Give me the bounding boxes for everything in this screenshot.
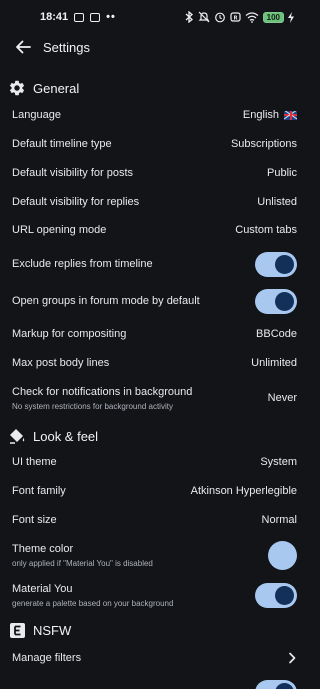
- setting-label: Markup for compositing: [12, 328, 127, 340]
- next-setting-toggle[interactable]: [255, 680, 297, 689]
- theme-color-setting[interactable]: Theme color only applied if "Material Yo…: [0, 538, 310, 572]
- status-bar: 18:41 •• R 100: [0, 0, 310, 34]
- default-visibility-replies-setting[interactable]: Default visibility for replies Unlisted: [0, 190, 310, 214]
- material-you-setting[interactable]: Material You generate a palette based on…: [0, 578, 310, 612]
- setting-label: URL opening mode: [12, 224, 107, 236]
- notification-icon: [74, 12, 85, 22]
- section-title: General: [33, 80, 80, 96]
- manage-filters-setting[interactable]: Manage filters: [0, 646, 310, 670]
- wifi-icon: [245, 12, 259, 23]
- section-header-nsfw: NSFW: [0, 618, 310, 642]
- setting-value: Unlisted: [257, 196, 297, 208]
- status-time: 18:41: [40, 11, 69, 23]
- language-value: English: [242, 109, 279, 121]
- setting-label: Max post body lines: [12, 357, 110, 369]
- setting-value: Custom tabs: [235, 224, 297, 236]
- setting-text: Material You generate a palette based on…: [12, 583, 173, 608]
- setting-value: BBCode: [256, 328, 297, 340]
- gear-icon: [8, 79, 26, 97]
- setting-label: UI theme: [12, 456, 57, 468]
- notifications-check-setting[interactable]: Check for notifications in background No…: [0, 381, 310, 415]
- section-header-general: General: [0, 76, 310, 100]
- back-button[interactable]: [11, 35, 35, 59]
- language-setting[interactable]: Language English: [0, 103, 310, 127]
- svg-text:R: R: [233, 15, 237, 21]
- setting-value: Unlimited: [251, 357, 297, 369]
- setting-label: Manage filters: [12, 652, 82, 664]
- app-bar: Settings: [0, 34, 310, 60]
- setting-text: Check for notifications in background No…: [12, 386, 192, 411]
- material-you-toggle[interactable]: [255, 582, 297, 608]
- forum-mode-setting[interactable]: Open groups in forum mode by default: [0, 285, 310, 317]
- font-family-setting[interactable]: Font family Atkinson Hyperlegible: [0, 479, 310, 503]
- setting-text: Theme color only applied if "Material Yo…: [12, 543, 153, 568]
- more-notifications-icon: ••: [106, 11, 116, 23]
- message-icon: [90, 12, 101, 22]
- mute-icon: [198, 11, 210, 23]
- arrow-left-icon: [16, 40, 31, 54]
- setting-value: Public: [267, 167, 297, 179]
- forum-mode-toggle[interactable]: [255, 288, 297, 314]
- setting-subtitle: No system restrictions for background ac…: [12, 401, 173, 411]
- setting-label: Font family: [12, 485, 66, 497]
- setting-label: Font size: [12, 514, 57, 526]
- setting-subtitle: only applied if "Material You" is disabl…: [12, 558, 153, 568]
- battery-icon: 100: [262, 11, 284, 23]
- setting-subtitle: generate a palette based on your backgro…: [12, 598, 174, 608]
- setting-label: Check for notifications in background: [12, 385, 193, 398]
- setting-label: Theme color: [12, 542, 74, 555]
- setting-label: Default visibility for posts: [12, 167, 134, 179]
- chevron-right-icon: [287, 652, 297, 664]
- url-opening-mode-setting[interactable]: URL opening mode Custom tabs: [0, 218, 310, 242]
- exclude-replies-setting[interactable]: Exclude replies from timeline: [0, 248, 310, 280]
- default-timeline-type-setting[interactable]: Default timeline type Subscriptions: [0, 132, 310, 156]
- page-title: Settings: [43, 39, 90, 55]
- setting-label: Exclude replies from timeline: [12, 258, 153, 270]
- section-header-look-and-feel: Look & feel: [0, 424, 310, 448]
- markup-setting[interactable]: Markup for compositing BBCode: [0, 322, 310, 346]
- font-size-setting[interactable]: Font size Normal: [0, 508, 310, 532]
- setting-value: System: [260, 456, 297, 468]
- setting-label: Default timeline type: [12, 138, 112, 150]
- section-title: NSFW: [33, 622, 72, 638]
- section-title: Look & feel: [33, 428, 99, 444]
- setting-value: Normal: [261, 514, 297, 526]
- setting-label: Default visibility for replies: [12, 196, 140, 208]
- charging-icon: [288, 11, 294, 23]
- setting-value: Atkinson Hyperlegible: [190, 485, 297, 497]
- uk-flag-icon: [284, 110, 297, 120]
- paint-bucket-icon: [8, 427, 26, 445]
- setting-label: Open groups in forum mode by default: [12, 295, 200, 307]
- exclude-replies-toggle[interactable]: [255, 251, 297, 277]
- alarm-icon: [214, 12, 225, 23]
- theme-color-swatch[interactable]: [268, 540, 297, 570]
- setting-value: Subscriptions: [230, 138, 297, 150]
- bluetooth-icon: [185, 11, 193, 23]
- ui-theme-setting[interactable]: UI theme System: [0, 450, 310, 474]
- setting-label: Language: [12, 109, 61, 121]
- explicit-icon: [8, 621, 26, 639]
- setting-value: Never: [267, 392, 297, 404]
- data-icon: R: [230, 12, 241, 22]
- default-visibility-posts-setting[interactable]: Default visibility for posts Public: [0, 161, 310, 185]
- setting-label: Material You: [12, 582, 73, 595]
- max-lines-setting[interactable]: Max post body lines Unlimited: [0, 351, 310, 375]
- setting-value: English: [243, 109, 297, 121]
